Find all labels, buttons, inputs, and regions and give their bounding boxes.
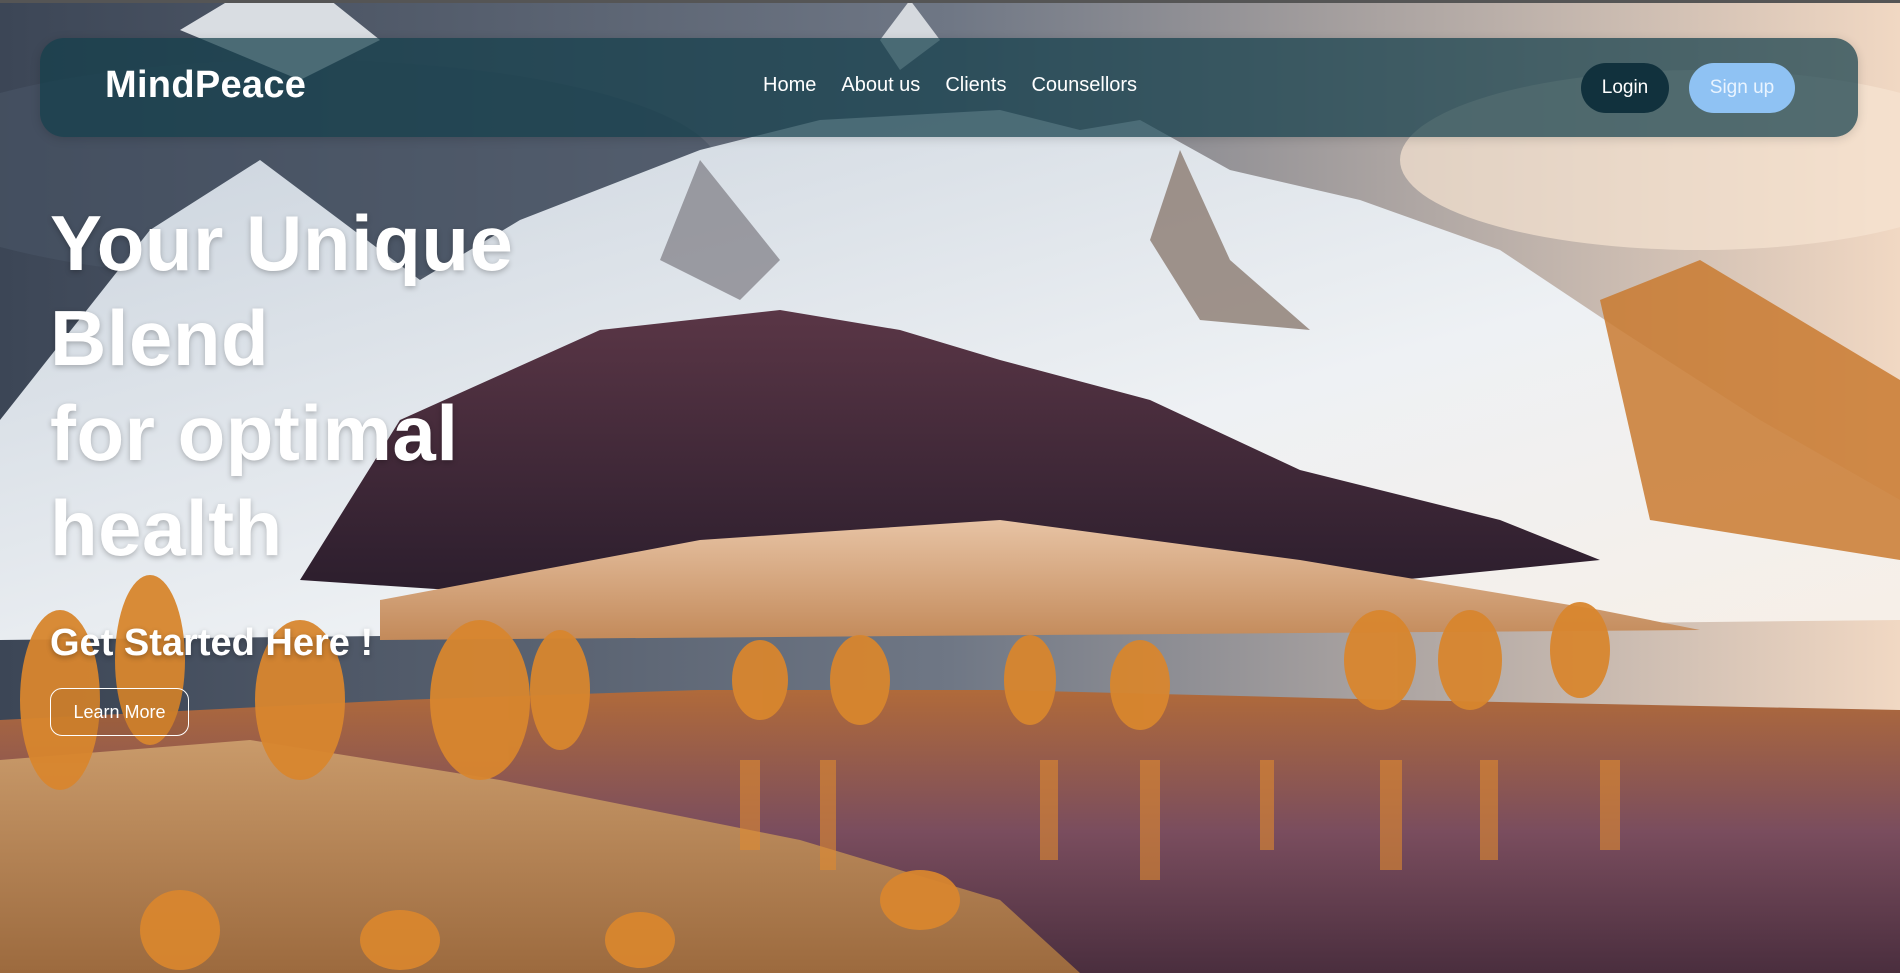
nav-link-home[interactable]: Home	[763, 74, 816, 97]
headline-line-3: for optimal	[50, 389, 459, 477]
brand-logo[interactable]: MindPeace	[105, 64, 306, 107]
headline-line-4: health	[50, 484, 283, 572]
top-edge-divider	[0, 0, 1900, 3]
headline-line-1: Your Unique	[50, 199, 514, 287]
login-button[interactable]: Login	[1581, 63, 1669, 113]
nav-link-about-us[interactable]: About us	[841, 74, 920, 97]
nav-links: Home About us Clients Counsellors	[763, 74, 1137, 97]
hero-headline: Your Unique Blend for optimal health	[50, 196, 513, 576]
nav-link-counsellors[interactable]: Counsellors	[1031, 74, 1137, 97]
headline-line-2: Blend	[50, 294, 270, 382]
hero-subheading: Get Started Here !	[50, 622, 374, 664]
signup-button[interactable]: Sign up	[1689, 63, 1795, 113]
top-navbar: MindPeace Home About us Clients Counsell…	[40, 38, 1858, 137]
learn-more-button[interactable]: Learn More	[50, 688, 189, 736]
nav-link-clients[interactable]: Clients	[945, 74, 1006, 97]
hero-section: MindPeace Home About us Clients Counsell…	[0, 0, 1900, 973]
